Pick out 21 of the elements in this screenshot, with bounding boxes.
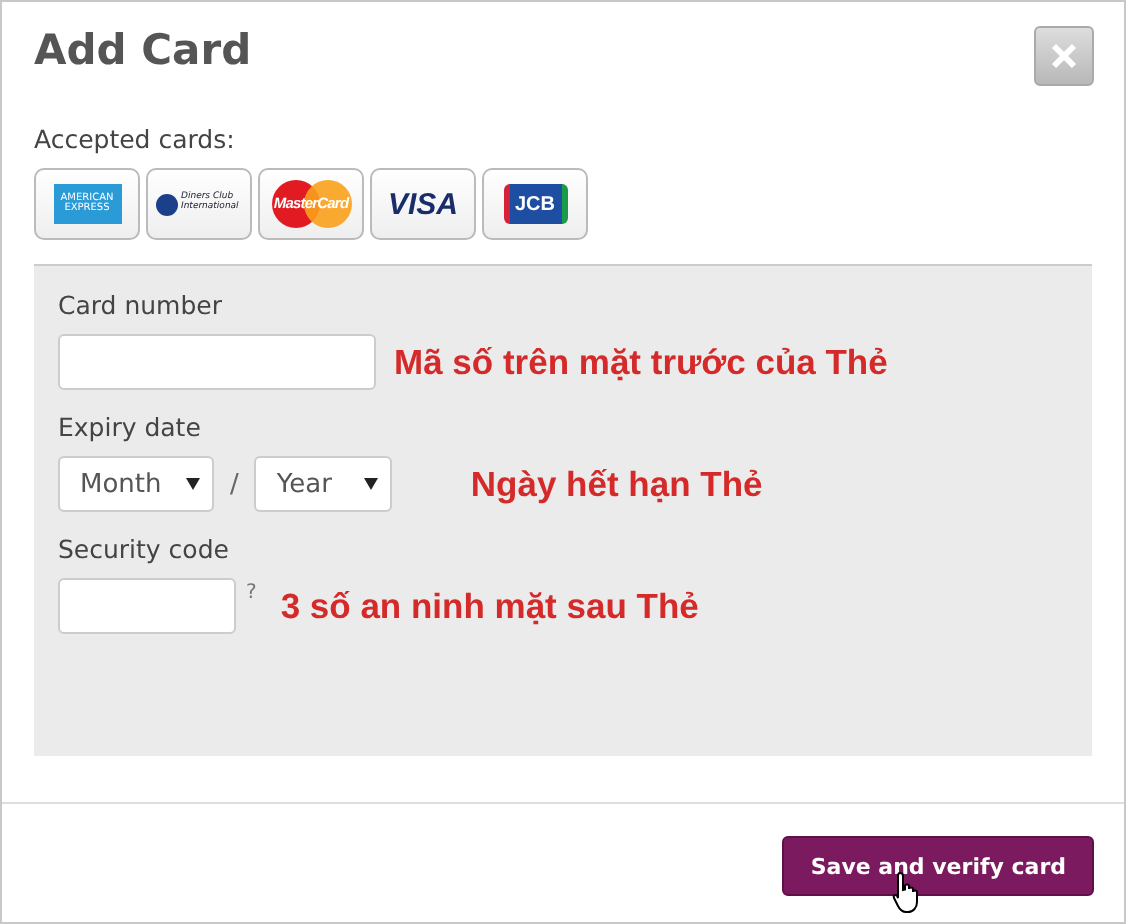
dialog-title: Add Card xyxy=(34,26,252,74)
field-label: Expiry date xyxy=(58,412,203,442)
close-button[interactable] xyxy=(1034,26,1094,86)
date-separator: / xyxy=(230,469,239,499)
year-dropdown[interactable]: Year xyxy=(254,456,393,512)
annotation-text: 3 số an ninh mặt sau Thẻ xyxy=(280,585,699,627)
card-number-field[interactable] xyxy=(58,334,376,390)
caret-icon xyxy=(364,478,379,490)
annotation-text: Ngày hết hạn Thẻ xyxy=(470,463,763,505)
field-label: Card number xyxy=(58,290,225,320)
caret-icon xyxy=(186,478,200,490)
help-link[interactable]: ? xyxy=(246,582,257,604)
month-dropdown[interactable]: Month xyxy=(58,456,214,512)
card-logo: VISA xyxy=(370,168,476,240)
save-button[interactable]: Save and verify card xyxy=(782,836,1094,896)
card-logo: JCB xyxy=(482,168,588,240)
field-label: Security code xyxy=(58,534,231,564)
annotation-text: Mã số trên mặt trước của Thẻ xyxy=(394,341,888,383)
accepted-cards-label: Accepted cards: xyxy=(34,124,237,154)
security-code-field[interactable] xyxy=(58,578,236,634)
close-icon xyxy=(1050,42,1078,70)
